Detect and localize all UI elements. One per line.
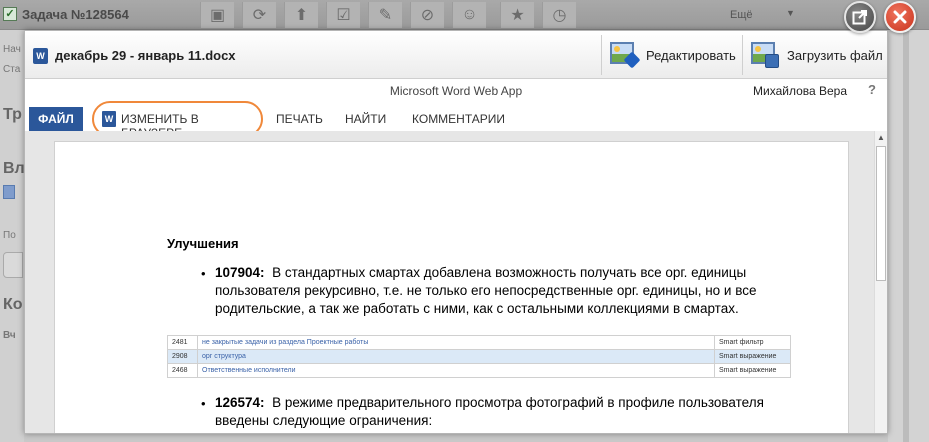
background-scroll xyxy=(903,30,909,442)
tab-file[interactable]: ФАЙЛ xyxy=(29,107,83,131)
word-file-icon: W xyxy=(33,48,48,64)
embedded-table-image: 2481 не закрытые задачи из раздела Проек… xyxy=(167,335,791,378)
scroll-up-icon[interactable]: ▲ xyxy=(875,131,887,145)
clock-icon: ◷ xyxy=(542,2,576,28)
checkbox-icon: ✓ xyxy=(3,7,17,21)
bg-label: Нач xyxy=(3,44,21,55)
cell-name: орг структура xyxy=(197,349,715,364)
file-name: декабрь 29 - январь 11.docx xyxy=(55,48,236,63)
cell-type: Smart выражение xyxy=(714,363,791,378)
upload-picture-icon xyxy=(751,40,781,70)
bg-label: Ста xyxy=(3,64,21,75)
save-icon: ▣ xyxy=(200,2,234,28)
arrow-up-icon: ⬆ xyxy=(284,2,318,28)
bg-label: Ко xyxy=(3,296,23,313)
tab-print[interactable]: ПЕЧАТЬ xyxy=(276,112,323,126)
more-menu: Ещё xyxy=(730,9,753,21)
section-heading: Улучшения xyxy=(167,236,239,251)
close-button[interactable] xyxy=(884,1,916,33)
vertical-scrollbar[interactable]: ▲ xyxy=(874,131,887,433)
table-row: 2908 орг структура Smart выражение xyxy=(167,349,791,364)
item-text: введены следующие ограничения: xyxy=(215,413,433,428)
popout-button[interactable] xyxy=(844,1,876,33)
document-area[interactable]: Улучшения • 107904: В стандартных смарта… xyxy=(25,131,887,433)
close-icon xyxy=(893,10,907,24)
table-row: 2468 Ответственные исполнители Smart выр… xyxy=(167,363,791,378)
document-viewer-dialog: W декабрь 29 - январь 11.docx Редактиров… xyxy=(24,30,888,434)
tab-find[interactable]: НАЙТИ xyxy=(345,112,386,126)
word-edit-icon: W xyxy=(102,111,116,127)
scroll-thumb[interactable] xyxy=(876,146,886,281)
checklist-icon: ☑ xyxy=(326,2,360,28)
help-icon[interactable]: ? xyxy=(868,82,876,97)
bg-field xyxy=(3,252,23,278)
edit-picture-icon xyxy=(610,40,641,70)
cell-type: Smart фильтр xyxy=(714,335,791,350)
table-row: 2481 не закрытые задачи из раздела Проек… xyxy=(167,335,791,350)
item-text: родительские, а так же работать с ними, … xyxy=(215,301,739,316)
star-icon: ★ xyxy=(500,2,534,28)
bullet-icon: • xyxy=(201,396,206,411)
item-number: 107904: xyxy=(215,265,265,280)
item-text: В режиме предварительного просмотра фото… xyxy=(272,395,764,410)
attachment-icon: ⊘ xyxy=(410,2,444,28)
divider xyxy=(601,35,602,75)
divider xyxy=(742,35,743,75)
edit-button-label: Редактировать xyxy=(646,47,736,63)
dialog-header: W декабрь 29 - январь 11.docx Редактиров… xyxy=(25,31,887,79)
edit-button[interactable]: Редактировать xyxy=(610,37,736,73)
chevron-down-icon: ▼ xyxy=(786,8,795,18)
upload-button-label: Загрузить файл xyxy=(787,47,883,63)
cell-name: не закрытые задачи из раздела Проектные … xyxy=(197,335,715,350)
item-text: пользователя рекурсивно, т.е. не только … xyxy=(215,283,757,298)
cell-id: 2481 xyxy=(167,335,198,350)
cell-id: 2468 xyxy=(167,363,198,378)
external-link-icon xyxy=(852,10,867,25)
bg-label: По xyxy=(3,230,16,241)
document-page: Улучшения • 107904: В стандартных смарта… xyxy=(54,141,849,433)
cell-type: Smart выражение xyxy=(714,349,791,364)
bg-label: Тр xyxy=(3,106,22,123)
ribbon: ФАЙЛ W ИЗМЕНИТЬ В БРАУЗЕРЕ ПЕЧАТЬ НАЙТИ … xyxy=(25,101,887,140)
refresh-icon: ⟳ xyxy=(242,2,276,28)
item-number: 126574: xyxy=(215,395,265,410)
background-toolbar: ✓ Задача №128564 ▣ ⟳ ⬆ ☑ ✎ ⊘ ☺ ★ ◷ Ещё ▼ xyxy=(0,0,929,30)
upload-file-button[interactable]: Загрузить файл xyxy=(751,37,883,73)
bg-label: Вл xyxy=(3,160,25,177)
pencil-icon: ✎ xyxy=(368,2,402,28)
list-item: 107904: В стандартных смартах добавлена … xyxy=(215,264,775,318)
user-icon: ☺ xyxy=(452,2,486,28)
task-title: Задача №128564 xyxy=(22,7,129,22)
item-text: В стандартных смартах добавлена возможно… xyxy=(272,265,747,280)
list-item: 126574: В режиме предварительного просмо… xyxy=(215,394,775,430)
background-left-panel: Нач Ста Тр Вл По Ко Вч xyxy=(0,30,25,442)
cell-id: 2908 xyxy=(167,349,198,364)
cell-name: Ответственные исполнители xyxy=(197,363,715,378)
tab-comments[interactable]: КОММЕНТАРИИ xyxy=(412,112,505,126)
bg-label: Вч xyxy=(3,330,16,341)
user-name[interactable]: Михайлова Вера xyxy=(753,84,847,98)
word-doc-icon xyxy=(3,185,15,199)
bullet-icon: • xyxy=(201,266,206,281)
